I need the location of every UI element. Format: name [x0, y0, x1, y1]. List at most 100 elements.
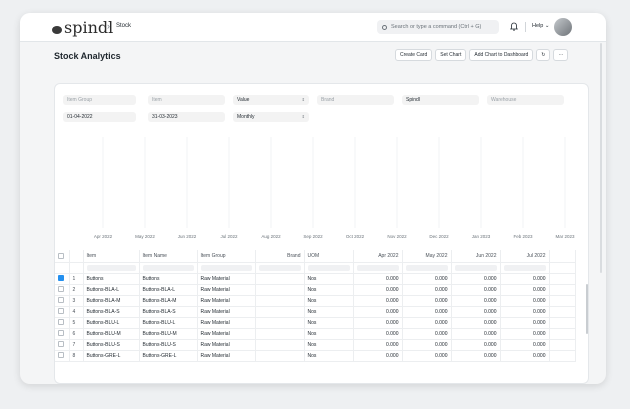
cell-item: Buttons-BLU-S — [83, 339, 140, 351]
checkbox[interactable] — [58, 341, 64, 348]
table-row[interactable]: 6 Buttons-BLU-M Buttons-BLU-M Raw Material N… — [55, 328, 576, 340]
cell-item: Buttons-GRE-L — [83, 350, 140, 362]
column-filter-input[interactable] — [353, 262, 403, 274]
row-checkbox-cell[interactable] — [55, 339, 70, 351]
row-number: 4 — [69, 306, 84, 318]
row-checkbox-cell[interactable] — [55, 350, 70, 362]
table-row[interactable]: 2 Buttons-BLA-L Buttons-BLA-L Raw Material N… — [55, 284, 576, 296]
help-dropdown[interactable]: Help ⌄ — [532, 23, 549, 29]
cell-item-group: Raw Material — [197, 273, 256, 285]
row-checkbox-cell[interactable] — [55, 306, 70, 318]
table-row[interactable]: 3 Buttons-BLA-M Buttons-BLA-M Raw Material N… — [55, 295, 576, 307]
company-filter[interactable]: Spindl — [402, 95, 479, 105]
row-number: 1 — [69, 273, 84, 285]
page-title: Stock Analytics — [54, 51, 121, 61]
x-tick-label: Feb 2023 — [513, 234, 533, 239]
header-item-name[interactable]: Item Name — [139, 250, 198, 263]
cell-item: Buttons — [83, 273, 140, 285]
avatar[interactable] — [554, 18, 572, 36]
warehouse-filter[interactable]: Warehouse — [487, 95, 564, 105]
header-item[interactable]: Item — [83, 250, 140, 263]
checkbox[interactable] — [58, 308, 64, 315]
stock-chart: Apr 2022 May 2022 Jun 2022 Jul 2022 Aug 2022… — [94, 137, 575, 239]
table-row[interactable]: 4 Buttons-BLA-S Buttons-BLA-S Raw Material N… — [55, 306, 576, 318]
x-tick-label: Dec 2022 — [429, 234, 449, 239]
cell-jul-2022: 0.000 — [500, 328, 550, 340]
item-group-filter[interactable]: Item Group — [63, 95, 136, 105]
header-select-all[interactable] — [55, 250, 70, 263]
column-filter-input[interactable] — [304, 262, 354, 274]
cell-brand — [255, 317, 305, 329]
column-filter-input[interactable] — [83, 262, 140, 274]
table-header: Item Item Name Item Group Brand UOM Apr … — [55, 250, 576, 263]
cell-item-group: Raw Material — [197, 328, 256, 340]
header-apr-2022[interactable]: Apr 2022 — [353, 250, 403, 263]
checkbox[interactable] — [58, 319, 64, 326]
cell-extra — [549, 339, 576, 351]
table-row[interactable]: 5 Buttons-BLU-L Buttons-BLU-L Raw Material N… — [55, 317, 576, 329]
table-row[interactable]: 8 Buttons-GRE-L Buttons-GRE-L Raw Material N… — [55, 350, 576, 362]
cell-extra — [549, 295, 576, 307]
from-date-filter[interactable]: 01-04-2022 — [63, 112, 136, 122]
header-may-2022[interactable]: May 2022 — [402, 250, 452, 263]
value-type-select[interactable]: Value ⇕ — [233, 95, 309, 105]
search-input[interactable]: Search or type a command (Ctrl + G) — [377, 20, 499, 34]
to-date-filter[interactable]: 31-03-2023 — [148, 112, 225, 122]
add-chart-to-dashboard-button[interactable]: Add Chart to Dashboard — [469, 49, 534, 61]
cell-uom: Nos — [304, 328, 354, 340]
page-scrollbar[interactable] — [600, 43, 602, 273]
header-item-group[interactable]: Item Group — [197, 250, 256, 263]
header-jul-2022[interactable]: Jul 2022 — [500, 250, 550, 263]
table-row[interactable]: 1 Buttons Buttons Raw Material Nos 0.000 0.000… — [55, 273, 576, 285]
checkbox[interactable] — [58, 252, 64, 259]
item-filter[interactable]: Item — [148, 95, 225, 105]
column-filter-input[interactable] — [402, 262, 452, 274]
set-chart-button[interactable]: Set Chart — [435, 49, 467, 61]
table-row[interactable]: 7 Buttons-BLU-S Buttons-BLU-S Raw Material N… — [55, 339, 576, 351]
checkbox[interactable] — [58, 297, 64, 304]
divider — [525, 22, 526, 32]
column-filter-input[interactable] — [197, 262, 256, 274]
row-checkbox-cell[interactable] — [55, 295, 70, 307]
brand-logo[interactable]: spindl — [52, 18, 113, 37]
row-number: 5 — [69, 317, 84, 329]
column-filter-input[interactable] — [255, 262, 305, 274]
cell-apr-2022: 0.000 — [353, 328, 403, 340]
checkbox[interactable] — [58, 330, 64, 337]
cell-item-group: Raw Material — [197, 306, 256, 318]
checkbox[interactable] — [58, 286, 64, 293]
cell-may-2022: 0.000 — [402, 317, 452, 329]
brand-filter[interactable]: Brand — [317, 95, 394, 105]
row-checkbox-cell[interactable] — [55, 273, 70, 285]
cell-jun-2022: 0.000 — [451, 295, 501, 307]
cell-extra — [549, 273, 576, 285]
refresh-button[interactable]: ↻ — [536, 49, 551, 61]
checkbox[interactable] — [58, 275, 64, 282]
row-number: 8 — [69, 350, 84, 362]
range-select[interactable]: Monthly ⇕ — [233, 112, 309, 122]
select-caret-icon: ⇕ — [301, 97, 305, 102]
row-checkbox-cell[interactable] — [55, 328, 70, 340]
x-tick-label: Apr 2022 — [94, 234, 113, 239]
cell-may-2022: 0.000 — [402, 306, 452, 318]
bell-icon[interactable] — [510, 22, 518, 31]
table-scrollbar[interactable] — [586, 284, 588, 334]
column-filter-input[interactable] — [451, 262, 501, 274]
header-uom[interactable]: UOM — [304, 250, 354, 263]
cell-uom: Nos — [304, 317, 354, 329]
page-actions: Create Card Set Chart Add Chart to Dashb… — [395, 49, 569, 61]
header-brand[interactable]: Brand — [255, 250, 305, 263]
breadcrumb-stock[interactable]: Stock — [116, 23, 131, 29]
cell-apr-2022: 0.000 — [353, 306, 403, 318]
checkbox[interactable] — [58, 352, 64, 359]
more-button[interactable]: ··· — [553, 49, 569, 61]
cell-brand — [255, 350, 305, 362]
cell-item-name: Buttons-BLU-M — [139, 328, 198, 340]
column-filter-input[interactable] — [500, 262, 550, 274]
row-checkbox-cell[interactable] — [55, 284, 70, 296]
cell-jun-2022: 0.000 — [451, 317, 501, 329]
row-checkbox-cell[interactable] — [55, 317, 70, 329]
create-card-button[interactable]: Create Card — [395, 49, 433, 61]
column-filter-input[interactable] — [139, 262, 198, 274]
header-jun-2022[interactable]: Jun 2022 — [451, 250, 501, 263]
